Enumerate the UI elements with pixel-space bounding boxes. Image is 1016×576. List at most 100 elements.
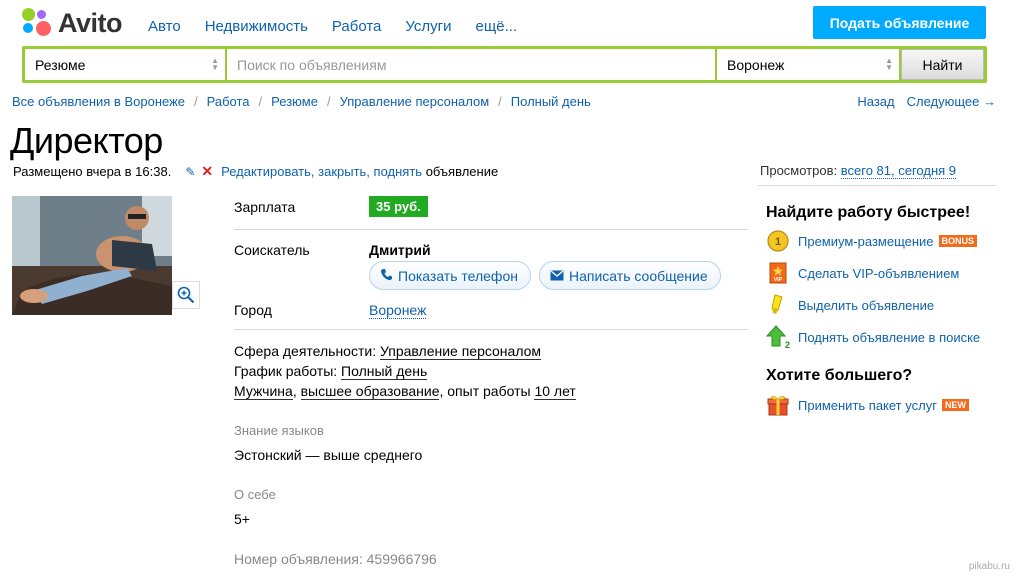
sphere-row: Сфера деятельности: Управление персонало… xyxy=(234,343,542,360)
nav-services[interactable]: Услуги xyxy=(405,18,451,35)
divider xyxy=(758,185,996,186)
views-value[interactable]: всего 81, сегодня 9 xyxy=(840,163,956,179)
ad-meta: Размещено вчера в 16:38. ✎ ✕ Редактирова… xyxy=(13,163,498,180)
ad-number: Номер объявления: 459966796 xyxy=(234,551,437,567)
schedule-link[interactable]: Полный день xyxy=(341,363,428,380)
about-header: О себе xyxy=(234,487,276,502)
zoom-in-icon[interactable] xyxy=(172,281,200,309)
svg-text:VIP: VIP xyxy=(774,277,783,283)
breadcrumb-separator: / xyxy=(498,94,502,109)
search-bar: Резюме ▲ ▼ Поиск по объявлениям Воронеж ▲… xyxy=(22,46,987,83)
salary-badge: 35 руб. xyxy=(369,196,428,217)
close-icon[interactable]: ✕ xyxy=(201,163,213,180)
search-placeholder: Поиск по объявлениям xyxy=(237,56,387,73)
sidebar-heading-more: Хотите большего? xyxy=(766,367,913,384)
views-counter: Просмотров: всего 81, сегодня 9 xyxy=(760,163,956,179)
page-title: Директор xyxy=(10,120,163,161)
post-ad-button[interactable]: Подать объявление xyxy=(813,6,986,39)
write-message-button[interactable]: Написать сообщение xyxy=(539,261,721,290)
posted-date: Размещено вчера в 16:38. xyxy=(13,164,172,179)
nav-jobs[interactable]: Работа xyxy=(332,18,382,35)
profile-row: Мужчина, высшее образование, опыт работы… xyxy=(234,383,576,400)
watermark: pikabu.ru xyxy=(968,561,1010,572)
breadcrumb-all[interactable]: Все объявления в Воронеже xyxy=(12,94,185,109)
languages-value: Эстонский — выше среднего xyxy=(234,447,423,463)
education-link[interactable]: высшее образование xyxy=(300,383,440,400)
show-phone-label: Показать телефон xyxy=(398,267,518,284)
breadcrumb-fullday[interactable]: Полный день xyxy=(511,94,591,109)
schedule-label: График работы: xyxy=(234,363,338,379)
breadcrumb-separator: / xyxy=(258,94,263,109)
package-link[interactable]: Применить пакет услуг xyxy=(798,398,937,413)
schedule-row: График работы: Полный день xyxy=(234,363,428,380)
back-link[interactable]: Назад xyxy=(857,94,894,109)
photo-image xyxy=(12,196,172,315)
sidebar-item-highlight[interactable]: Выделить объявление xyxy=(766,293,934,317)
logo-text: Avito xyxy=(58,7,123,38)
seeker-name: Дмитрий xyxy=(369,242,431,258)
envelope-icon xyxy=(550,268,564,284)
show-phone-button[interactable]: Показать телефон xyxy=(369,261,531,290)
write-message-label: Написать сообщение xyxy=(569,267,708,284)
svg-text:1: 1 xyxy=(775,236,781,248)
views-label: Просмотров: xyxy=(760,163,838,178)
avito-logo[interactable]: Avito xyxy=(22,7,123,38)
salary-label: Зарплата xyxy=(234,199,296,215)
seeker-label: Соискатель xyxy=(234,242,310,258)
ad-photo[interactable] xyxy=(12,196,172,315)
sphere-link[interactable]: Управление персоналом xyxy=(379,343,542,360)
highlighter-icon xyxy=(766,293,790,317)
nav-auto[interactable]: Авто xyxy=(148,18,181,35)
sidebar-item-vip[interactable]: VIP Сделать VIP-объявлением xyxy=(766,261,959,285)
bonus-badge: BONUS xyxy=(938,235,978,247)
languages-header: Знание языков xyxy=(234,423,324,438)
breadcrumb-resume[interactable]: Резюме xyxy=(271,94,318,109)
edit-suffix: объявление xyxy=(425,164,499,179)
new-badge: NEW xyxy=(941,399,969,411)
select-arrows-icon: ▲ ▼ xyxy=(211,56,219,72)
find-button[interactable]: Найти xyxy=(901,49,984,80)
city-select-value: Воронеж xyxy=(727,56,785,73)
vip-icon: VIP xyxy=(766,261,790,285)
edit-links: Редактировать, закрыть, поднять объявлен… xyxy=(221,164,498,179)
experience-label: , опыт работы xyxy=(439,383,531,399)
sidebar-item-raise[interactable]: 2 Поднять объявление в поиске xyxy=(766,325,980,349)
coin-icon: 1 xyxy=(766,229,790,253)
category-select[interactable]: Резюме ▲ ▼ xyxy=(25,49,225,80)
up-arrow-icon: 2 xyxy=(766,325,790,349)
search-input[interactable]: Поиск по объявлениям xyxy=(227,49,715,80)
city-link[interactable]: Воронеж xyxy=(369,302,427,319)
experience-link[interactable]: 10 лет xyxy=(534,383,576,400)
edit-links-text[interactable]: Редактировать, закрыть, поднять xyxy=(221,164,422,179)
raise-link[interactable]: Поднять объявление в поиске xyxy=(798,330,980,345)
breadcrumb: Все объявления в Воронеже / Работа / Рез… xyxy=(12,94,591,109)
premium-link[interactable]: Премиум-размещение xyxy=(798,234,934,249)
sidebar-item-premium[interactable]: 1 Премиум-размещение BONUS xyxy=(766,229,978,253)
svg-text:2: 2 xyxy=(785,340,790,349)
breadcrumb-hr[interactable]: Управление персоналом xyxy=(340,94,490,109)
top-nav: Авто Недвижимость Работа Услуги ещё... xyxy=(148,18,517,35)
next-link[interactable]: Следующее → xyxy=(907,94,996,109)
about-value: 5+ xyxy=(234,511,250,527)
gift-icon xyxy=(766,393,790,417)
highlight-link[interactable]: Выделить объявление xyxy=(798,298,934,313)
city-select[interactable]: Воронеж ▲ ▼ xyxy=(717,49,899,80)
city-label: Город xyxy=(234,302,272,318)
logo-dots-icon xyxy=(22,8,52,38)
nav-more[interactable]: ещё... xyxy=(476,18,518,35)
gender-link[interactable]: Мужчина xyxy=(234,383,293,400)
pencil-icon[interactable]: ✎ xyxy=(185,165,195,179)
pager: Назад Следующее → xyxy=(857,94,996,109)
vip-link[interactable]: Сделать VIP-объявлением xyxy=(798,266,959,281)
breadcrumb-separator: / xyxy=(194,94,198,109)
nav-realty[interactable]: Недвижимость xyxy=(205,18,308,35)
divider xyxy=(234,329,748,330)
breadcrumb-separator: / xyxy=(326,94,331,109)
phone-icon xyxy=(380,268,393,284)
divider xyxy=(234,229,748,230)
breadcrumb-jobs[interactable]: Работа xyxy=(207,94,250,109)
sidebar-item-package[interactable]: Применить пакет услуг NEW xyxy=(766,393,969,417)
comma: , xyxy=(292,383,301,399)
category-select-value: Резюме xyxy=(35,56,86,73)
sidebar-heading-faster: Найдите работу быстрее! xyxy=(766,204,971,221)
